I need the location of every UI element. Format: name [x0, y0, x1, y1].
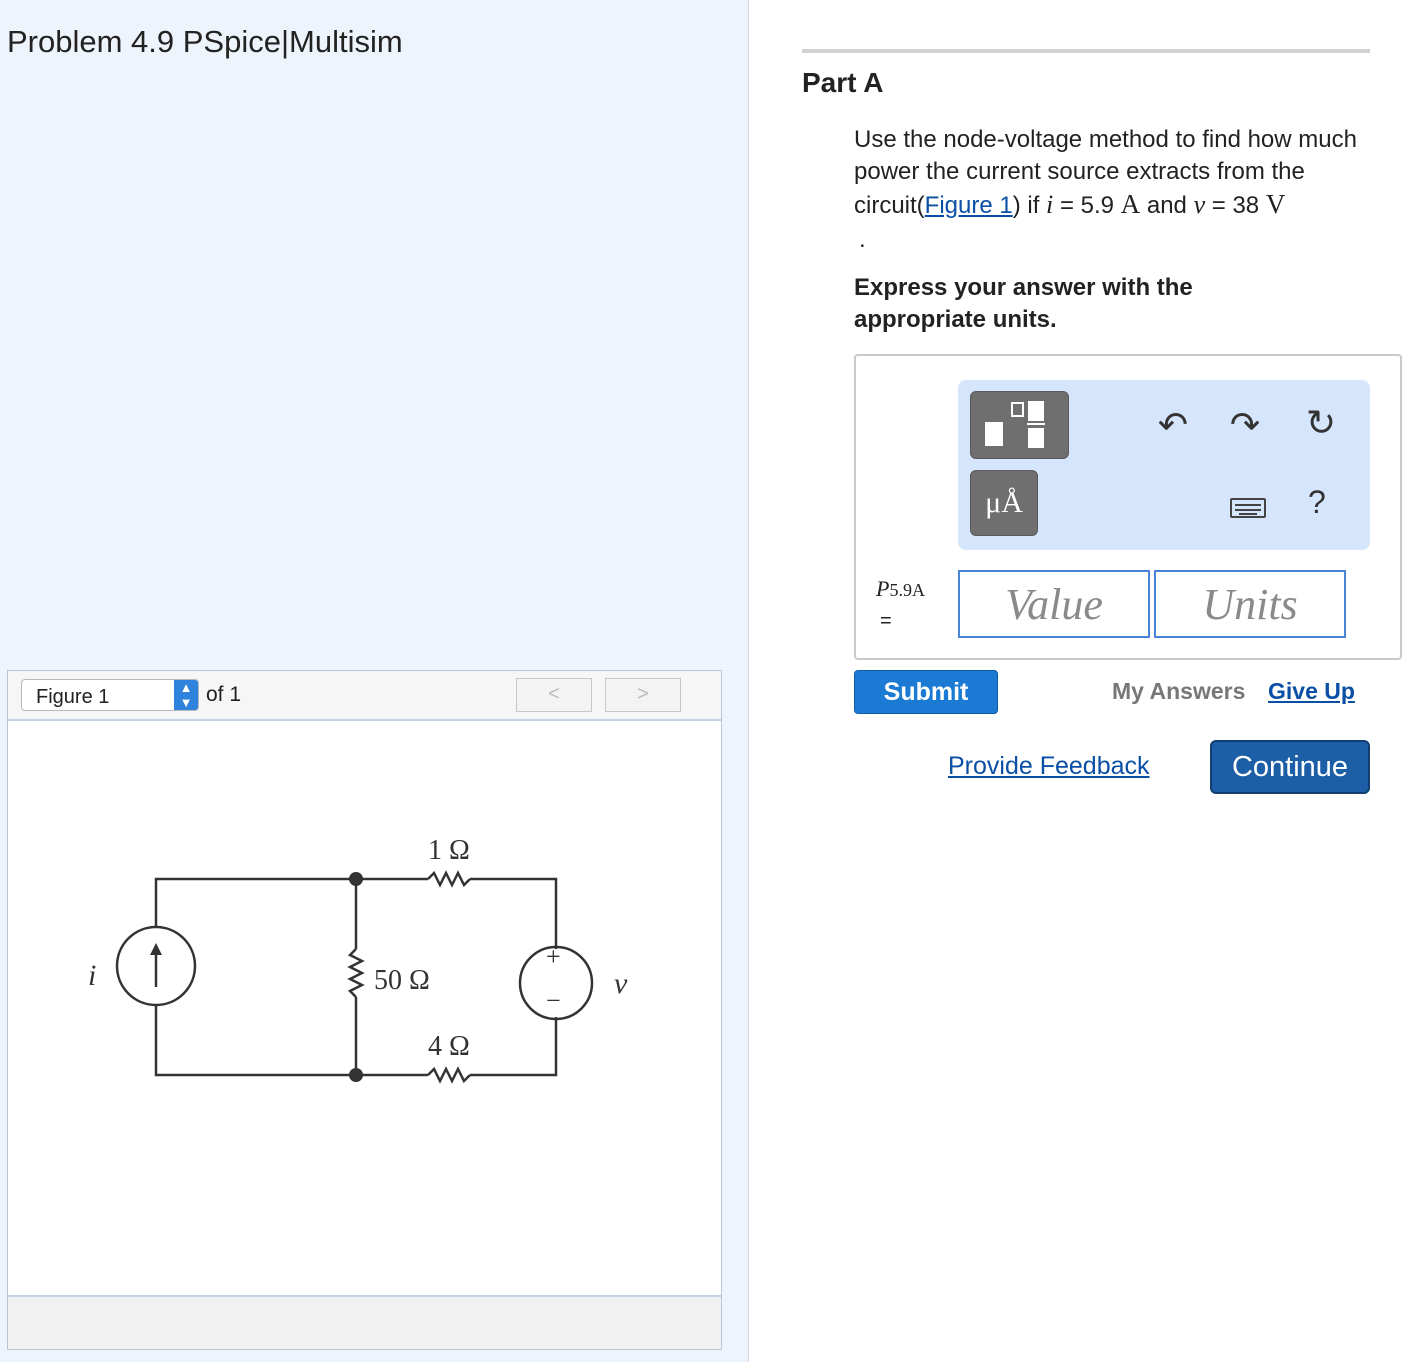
- arrow-head-icon: [150, 943, 162, 955]
- template-button[interactable]: [970, 391, 1069, 459]
- figure-toolbar: Figure 1 ▲ ▼ of 1 < >: [8, 671, 721, 721]
- continue-button[interactable]: Continue: [1210, 740, 1370, 794]
- resistor-top: [427, 870, 471, 888]
- figure-content: 1 Ω 50 Ω 4 Ω i v + −: [8, 721, 721, 1295]
- figure-count: of 1: [206, 683, 242, 706]
- node-bottom: [349, 1068, 363, 1082]
- chevron-updown-icon[interactable]: ▲ ▼: [174, 680, 198, 710]
- wire-top-right: [470, 877, 558, 949]
- part-title: Part A: [802, 67, 884, 98]
- provide-feedback-link[interactable]: Provide Feedback: [948, 752, 1150, 781]
- r-mid-label: 50 Ω: [374, 965, 430, 996]
- units-button[interactable]: μÅ: [970, 470, 1038, 536]
- left-pane: Problem 4.9 PSpice|Multisim Figure 1 ▲ ▼ …: [0, 0, 749, 1362]
- unit-v: V: [1265, 189, 1286, 219]
- circuit-diagram: 1 Ω 50 Ω 4 Ω i v + −: [88, 835, 628, 1084]
- answer-equals: =: [880, 610, 892, 632]
- figure-link[interactable]: Figure 1: [925, 192, 1013, 219]
- resistor-bottom: [427, 1066, 471, 1084]
- answer-var-sub: 5.9A: [889, 580, 925, 600]
- question-part-2: ) if: [1012, 192, 1047, 219]
- wire-bottom-left: [154, 1005, 428, 1077]
- give-up-link[interactable]: Give Up: [1268, 678, 1355, 705]
- value-input[interactable]: [958, 570, 1150, 638]
- minus-label: −: [546, 986, 561, 1015]
- keyboard-icon[interactable]: [1230, 498, 1266, 518]
- question-trailing: .: [859, 226, 866, 253]
- figure-select-value: Figure 1: [36, 686, 110, 708]
- right-pane: Part A Use the node-voltage method to fi…: [749, 0, 1411, 1362]
- question-part-4: and: [1140, 192, 1194, 219]
- resistor-mid: [347, 948, 365, 998]
- figure-panel: Figure 1 ▲ ▼ of 1 < > 1 Ω 50 Ω 4 Ω i v +…: [7, 670, 722, 1350]
- my-answers-link[interactable]: My Answers: [1112, 678, 1245, 705]
- wire-bottom-right: [470, 1017, 558, 1077]
- figure-footer: [8, 1295, 721, 1349]
- var-v: v: [1193, 190, 1206, 219]
- units-input[interactable]: [1154, 570, 1346, 638]
- r-top-label: 1 Ω: [428, 835, 470, 866]
- math-toolbar: μÅ ↶ ↷ ↻ ?: [958, 380, 1370, 550]
- undo-icon[interactable]: ↶: [1151, 404, 1195, 446]
- answer-box: μÅ ↶ ↷ ↻ ? P5.9A =: [854, 354, 1402, 660]
- question-text: Use the node-voltage method to find how …: [854, 124, 1394, 222]
- voltage-label: v: [614, 967, 628, 1000]
- answer-variable: P5.9A: [876, 576, 925, 602]
- next-figure-button[interactable]: >: [605, 678, 681, 712]
- question-part-5: = 38: [1205, 192, 1266, 219]
- redo-icon[interactable]: ↷: [1223, 404, 1267, 446]
- template-icon: [985, 401, 1045, 448]
- prev-figure-button[interactable]: <: [516, 678, 592, 712]
- figure-select[interactable]: Figure 1 ▲ ▼: [21, 679, 199, 711]
- part-divider: [802, 49, 1370, 53]
- instruction-text: Express your answer with the appropriate…: [854, 274, 1193, 333]
- r-bottom-label: 4 Ω: [428, 1031, 470, 1062]
- wire-top-left: [154, 877, 428, 927]
- current-label: i: [88, 959, 96, 992]
- question-part-3: = 5.9: [1053, 192, 1121, 219]
- answer-var-name: P: [876, 576, 890, 601]
- plus-label: +: [546, 942, 561, 971]
- node-top: [349, 872, 363, 886]
- submit-button[interactable]: Submit: [854, 670, 998, 714]
- reset-icon[interactable]: ↻: [1299, 402, 1343, 444]
- unit-i: A: [1120, 189, 1141, 219]
- problem-title: Problem 4.9 PSpice|Multisim: [7, 24, 403, 59]
- help-icon[interactable]: ?: [1308, 484, 1326, 521]
